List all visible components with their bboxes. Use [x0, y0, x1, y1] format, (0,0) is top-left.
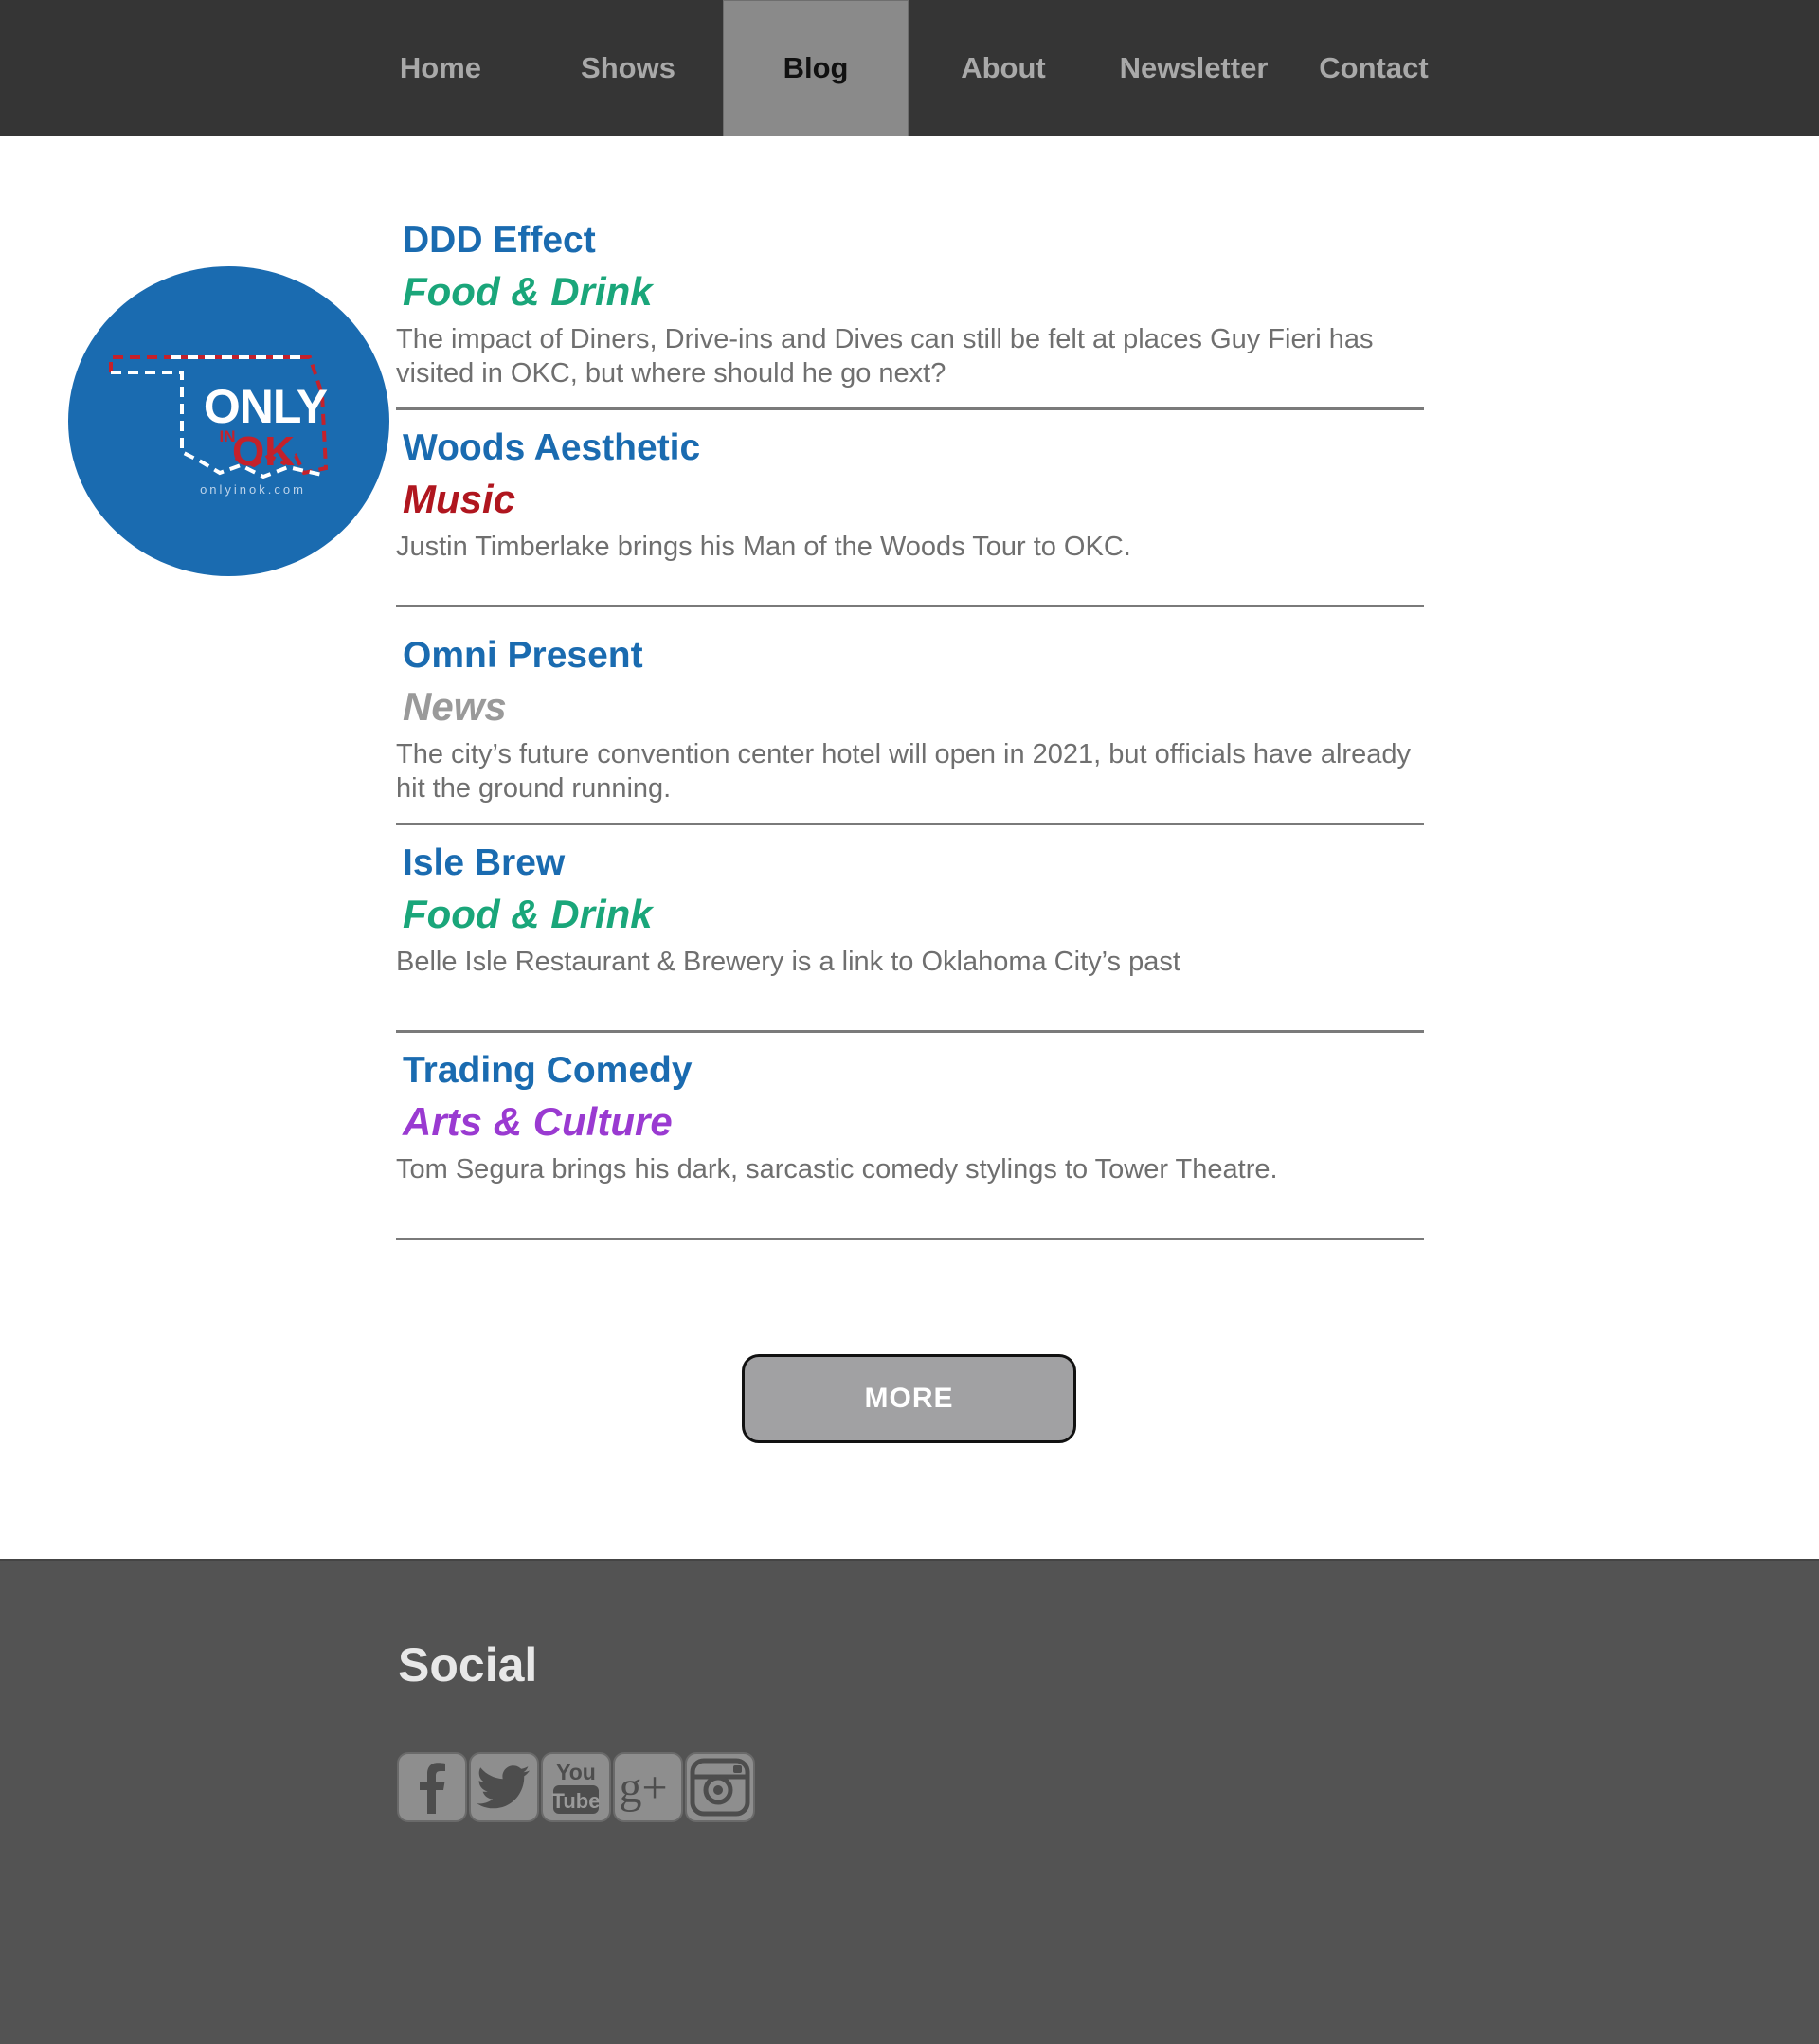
svg-text:ONLY: ONLY [204, 380, 328, 433]
post-category[interactable]: Music [403, 477, 515, 522]
blog-post: Omni Present News The city’s future conv… [396, 635, 1424, 805]
nav-item-shows[interactable]: Shows [565, 0, 692, 136]
nav-item-newsletter[interactable]: Newsletter [1116, 0, 1271, 136]
svg-text:onlyinok.com: onlyinok.com [200, 482, 306, 497]
blog-post: DDD Effect Food & Drink The impact of Di… [396, 220, 1424, 390]
nav-item-about[interactable]: About [947, 0, 1059, 136]
post-divider [396, 407, 1424, 410]
post-category[interactable]: News [403, 684, 507, 730]
post-excerpt: The city’s future convention center hote… [396, 739, 1411, 804]
post-title[interactable]: Woods Aesthetic [403, 427, 700, 469]
svg-text:OK: OK [232, 428, 295, 475]
post-excerpt: The impact of Diners, Drive-ins and Dive… [396, 324, 1374, 389]
post-category[interactable]: Food & Drink [403, 269, 653, 315]
footer: Social You Tube g+ [0, 1559, 1819, 2044]
nav-item-home[interactable]: Home [384, 0, 497, 136]
only-in-ok-logo[interactable]: ONLY IN OK onlyinok.com [68, 266, 389, 576]
svg-text:Tube: Tube [552, 1789, 601, 1813]
post-divider [396, 1238, 1424, 1240]
instagram-icon[interactable] [685, 1752, 755, 1822]
blog-post: Woods Aesthetic Music Justin Timberlake … [396, 427, 1424, 598]
post-title[interactable]: Isle Brew [403, 842, 565, 884]
post-category[interactable]: Food & Drink [403, 892, 653, 937]
post-divider [396, 823, 1424, 825]
post-excerpt: Tom Segura brings his dark, sarcastic co… [396, 1154, 1278, 1185]
blog-post: Trading Comedy Arts & Culture Tom Segura… [396, 1050, 1424, 1221]
svg-text:g+: g+ [619, 1763, 667, 1813]
post-title[interactable]: Omni Present [403, 635, 643, 677]
post-category[interactable]: Arts & Culture [403, 1099, 673, 1145]
facebook-icon[interactable] [397, 1752, 467, 1822]
nav-item-blog[interactable]: Blog [723, 0, 909, 136]
more-button[interactable]: MORE [742, 1354, 1076, 1443]
post-divider [396, 1030, 1424, 1033]
post-excerpt: Belle Isle Restaurant & Brewery is a lin… [396, 947, 1180, 977]
post-title[interactable]: Trading Comedy [403, 1050, 693, 1092]
nav-item-contact[interactable]: Contact [1314, 0, 1433, 136]
social-heading: Social [398, 1638, 538, 1691]
post-title[interactable]: DDD Effect [403, 220, 596, 262]
post-excerpt: Justin Timberlake brings his Man of the … [396, 532, 1131, 562]
post-divider [396, 605, 1424, 607]
top-navigation: Home Shows Blog About Newsletter Contact [0, 0, 1819, 136]
svg-text:You: You [556, 1760, 596, 1784]
youtube-icon[interactable]: You Tube [541, 1752, 611, 1822]
google-plus-icon[interactable]: g+ [613, 1752, 683, 1822]
twitter-icon[interactable] [469, 1752, 539, 1822]
blog-post: Isle Brew Food & Drink Belle Isle Restau… [396, 842, 1424, 1013]
